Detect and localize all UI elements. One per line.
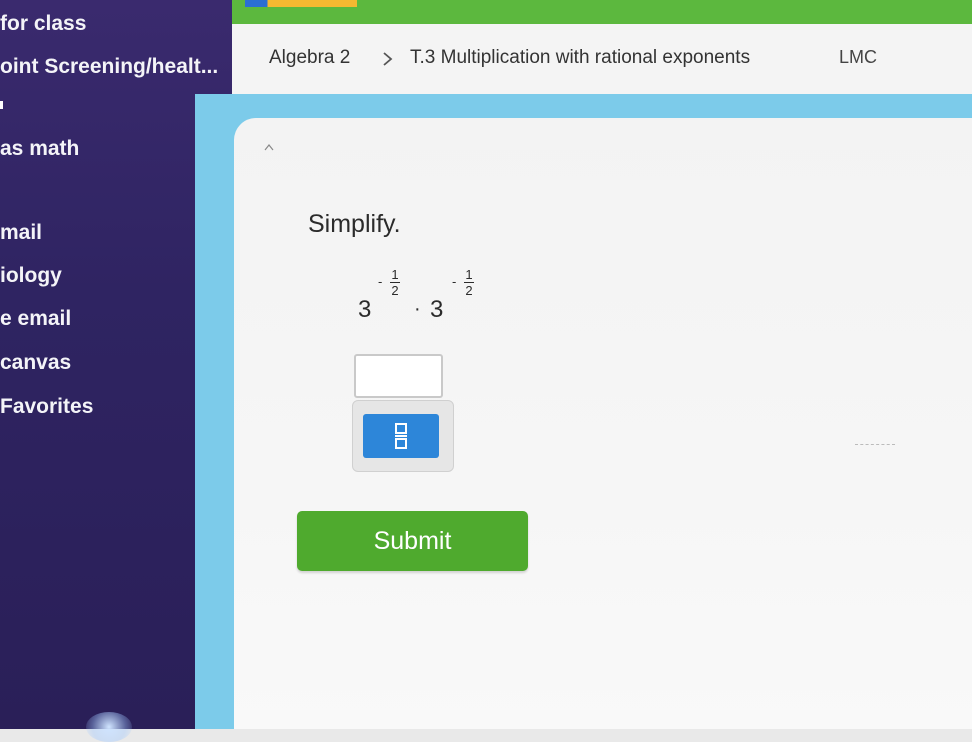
answer-input[interactable] <box>354 354 443 398</box>
submit-button[interactable]: Submit <box>297 511 528 571</box>
fraction-button[interactable] <box>363 414 439 458</box>
bookmark-math[interactable]: as math <box>0 137 79 161</box>
skill-code: LMC <box>839 47 878 67</box>
light-glare <box>86 712 132 742</box>
breadcrumb-course[interactable]: Algebra 2 <box>269 47 350 69</box>
bookmark-for-class[interactable]: for class <box>0 12 86 36</box>
question-prompt: Simplify. <box>308 210 401 238</box>
bookmark-favorites[interactable]: Favorites <box>0 395 93 419</box>
term2-exp-num: 1 <box>465 267 473 282</box>
multiply-operator: · <box>414 298 421 320</box>
bookmark-separator <box>0 101 3 109</box>
scratch-mark <box>855 444 895 447</box>
fraction-icon <box>395 423 407 449</box>
bookmark-email[interactable]: e email <box>0 307 71 331</box>
site-logo[interactable] <box>245 0 357 7</box>
term1-exponent: 1 2 <box>390 268 400 297</box>
term1-exp-num: 1 <box>391 267 399 282</box>
term2-exponent: 1 2 <box>464 268 474 297</box>
term2-exp-sign: - <box>452 274 457 289</box>
bookmark-biology[interactable]: iology <box>0 264 62 288</box>
term1-exp-sign: - <box>378 274 383 289</box>
bookmark-canvas[interactable]: canvas <box>0 351 71 375</box>
bookmark-screening-health[interactable]: oint Screening/healt... <box>0 55 218 79</box>
math-expression: 3 - 1 2 · 3 - 1 2 <box>358 268 508 328</box>
term2-exp-den: 2 <box>465 283 473 298</box>
chevron-right-icon <box>383 52 393 66</box>
term1-base: 3 <box>358 296 372 323</box>
term1-exp-den: 2 <box>391 283 399 298</box>
term2-base: 3 <box>430 296 444 323</box>
breadcrumb-skill: T.3 Multiplication with rational exponen… <box>410 47 751 68</box>
caret-up-icon <box>264 144 274 151</box>
bookmark-mail[interactable]: mail <box>0 221 42 245</box>
